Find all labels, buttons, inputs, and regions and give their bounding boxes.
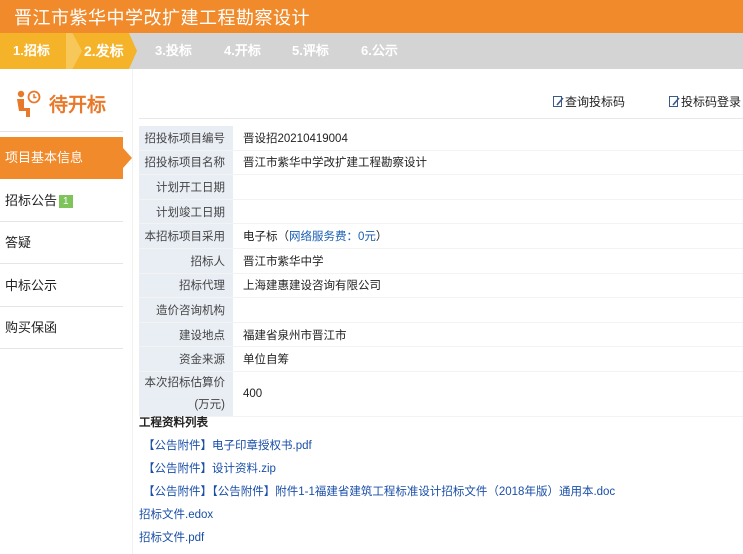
page-title: 晋江市紫华中学改扩建工程勘察设计 [14,8,310,28]
project-info-table: 招投标项目编号 晋设招20210419004 招投标项目名称 晋江市紫华中学改扩… [139,126,743,417]
field-value: 晋江市紫华中学改扩建工程勘察设计 [233,150,743,176]
waiting-person-icon [17,90,41,117]
table-row: 本次招标估算价 (万元) 400 [139,371,743,417]
field-label: 招标代理 [139,273,233,299]
sidebar-item-label: 购买保函 [5,320,58,335]
sidebar-item-label: 项目基本信息 [5,150,84,165]
step-3-label: 3.投标 [155,43,192,58]
estimate-label: 本次招标估算价 [144,376,226,389]
field-value: 电子标（网络服务费：0元） [233,223,743,249]
field-label: 计划开工日期 [139,174,233,200]
field-label: 造价咨询机构 [139,297,233,323]
sidebar-item-label: 招标公告 [5,193,58,208]
sidebar-item-label: 答疑 [5,235,32,250]
step-5-label: 5.评标 [292,43,329,58]
service-fee-link[interactable]: 网络服务费：0元 [289,231,376,243]
field-value [233,297,743,323]
field-label: 计划竣工日期 [139,199,233,225]
field-value: 单位自筹 [233,346,743,372]
table-row: 本招标项目采用 电子标（网络服务费：0元） [139,223,743,249]
field-label: 建设地点 [139,322,233,348]
sidebar-item-announcement[interactable]: 招标公告 1 [0,180,123,222]
step-4-label: 4.开标 [224,43,261,58]
file-link[interactable]: 【公告附件】电子印章授权书.pdf [143,437,312,453]
step-4[interactable]: 4.开标 [224,33,261,69]
table-row: 招投标项目编号 晋设招20210419004 [139,126,743,151]
step-3[interactable]: 3.投标 [155,33,192,69]
query-code-label: 查询投标码 [565,95,626,109]
file-link[interactable]: 招标文件.pdf [139,529,204,545]
edit-doc-icon [553,96,564,107]
field-label: 招投标项目编号 [139,126,233,151]
divider [139,118,743,119]
count-badge: 1 [59,195,73,208]
status-box: 待开标 [0,81,123,132]
field-label: 招投标项目名称 [139,150,233,176]
field-value [233,174,743,200]
step-5[interactable]: 5.评标 [292,33,329,69]
table-row: 造价咨询机构 [139,297,743,323]
sidebar-item-guarantee[interactable]: 购买保函 [0,307,123,349]
files-section-title: 工程资料列表 [139,417,208,429]
sidebar-item-award-notice[interactable]: 中标公示 [0,265,123,307]
sidebar-divider [132,69,133,554]
field-label: 招标人 [139,248,233,274]
bid-type-tail: ） [375,231,388,244]
file-link[interactable]: 【公告附件】【公告附件】附件1-1福建省建筑工程标准设计招标文件（2018年版）… [143,483,615,499]
progress-steps: 1.招标 2.发标 3.投标 4.开标 5.评标 6.公示 [0,33,743,69]
step-1-label: 1.招标 [13,43,50,58]
step-2-label: 2.发标 [84,43,124,59]
table-row: 计划竣工日期 [139,199,743,225]
code-login-link[interactable]: 投标码登录 [669,93,741,110]
field-label: 资金来源 [139,346,233,372]
sidebar-item-qa[interactable]: 答疑 [0,222,123,264]
step-6[interactable]: 6.公示 [361,33,398,69]
table-row: 计划开工日期 [139,174,743,200]
edit-doc-icon [669,96,680,107]
field-value: 福建省泉州市晋江市 [233,322,743,348]
file-link[interactable]: 【公告附件】设计资料.zip [143,460,276,476]
code-login-label: 投标码登录 [681,95,742,109]
field-value [233,199,743,225]
sidebar: 待开标 项目基本信息 招标公告 1 答疑 中标公示 购买保函 [0,69,132,554]
file-link[interactable]: 招标文件.edox [139,506,213,522]
sidebar-item-label: 中标公示 [5,278,58,293]
bid-type-text: 电子标（ [243,231,289,244]
table-row: 建设地点 福建省泉州市晋江市 [139,322,743,348]
sidebar-item-project-info[interactable]: 项目基本信息 [0,137,132,179]
field-value: 400 [233,371,743,417]
field-label: 本招标项目采用 [139,223,233,249]
step-6-label: 6.公示 [361,43,398,58]
title-bar: 晋江市紫华中学改扩建工程勘察设计 [0,0,743,33]
estimate-unit: (万元) [194,398,225,411]
status-label: 待开标 [49,95,107,116]
table-row: 招标代理 上海建惠建设咨询有限公司 [139,273,743,299]
query-code-link[interactable]: 查询投标码 [553,93,625,110]
table-row: 资金来源 单位自筹 [139,346,743,372]
field-value: 晋江市紫华中学 [233,248,743,274]
table-row: 招标人 晋江市紫华中学 [139,248,743,274]
field-value: 上海建惠建设咨询有限公司 [233,273,743,299]
table-row: 招投标项目名称 晋江市紫华中学改扩建工程勘察设计 [139,150,743,176]
field-value: 晋设招20210419004 [233,126,743,151]
field-label: 本次招标估算价 (万元) [139,371,233,417]
